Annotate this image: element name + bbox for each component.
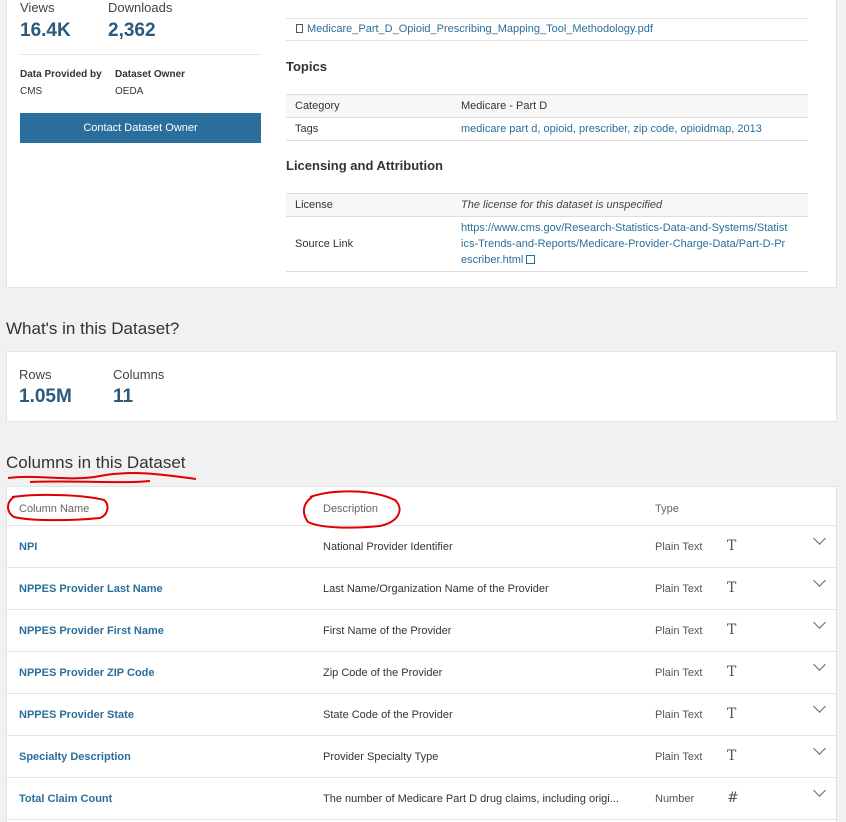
column-description: The number of Medicare Part D drug claim… xyxy=(323,793,619,805)
column-name-link[interactable]: Total Claim Count xyxy=(19,793,112,805)
columns-table: Column Name Description Type NPI National… xyxy=(6,486,837,822)
chevron-down-icon[interactable] xyxy=(813,616,826,629)
views-label: Views xyxy=(20,0,55,15)
source-key: Source Link xyxy=(295,238,354,250)
header-column-name: Column Name xyxy=(19,503,90,515)
table-row[interactable]: Total Claim Count The number of Medicare … xyxy=(7,778,836,820)
column-name-link[interactable]: Specialty Description xyxy=(19,751,131,763)
tags-value[interactable]: medicare part d, opioid, prescriber, zip… xyxy=(461,118,808,140)
column-name-link[interactable]: NPI xyxy=(19,541,37,553)
header-description: Description xyxy=(323,503,379,515)
owner-value: OEDA xyxy=(115,86,144,97)
licensing-title: Licensing and Attribution xyxy=(286,158,443,173)
table-row[interactable]: Specialty Description Provider Specialty … xyxy=(7,736,836,778)
chevron-down-icon[interactable] xyxy=(813,784,826,797)
source-link-line-3[interactable]: escriber.html xyxy=(461,254,523,266)
column-type-icon: T xyxy=(727,664,737,680)
attachment-link[interactable]: Medicare_Part_D_Opioid_Prescribing_Mappi… xyxy=(307,23,653,35)
downloads-value: 2,362 xyxy=(108,20,156,41)
owner-label: Dataset Owner xyxy=(115,69,186,80)
topics-table: Category Medicare - Part D Tags medicare… xyxy=(286,94,808,141)
column-type-icon: T xyxy=(727,706,737,722)
provided-by-value: CMS xyxy=(20,86,43,97)
table-row[interactable]: NPPES Provider State State Code of the Pr… xyxy=(7,694,836,736)
license-key: License xyxy=(295,199,333,211)
document-icon xyxy=(296,24,303,33)
column-description: Provider Specialty Type xyxy=(323,751,439,763)
source-link-line-2[interactable]: ics-Trends-and-Reports/Medicare-Provider… xyxy=(461,236,804,252)
column-type-icon: T xyxy=(727,538,737,554)
license-value: The license for this dataset is unspecif… xyxy=(461,199,663,211)
column-name-link[interactable]: NPPES Provider ZIP Code xyxy=(19,667,155,679)
tags-row: Tags medicare part d, opioid, prescriber… xyxy=(286,118,808,141)
rows-value: 1.05M xyxy=(19,386,72,407)
attachment-row[interactable]: Medicare_Part_D_Opioid_Prescribing_Mappi… xyxy=(286,18,808,41)
chevron-down-icon[interactable] xyxy=(813,574,826,587)
header-type: Type xyxy=(655,503,679,515)
source-link-line-1[interactable]: https://www.cms.gov/Research-Statistics-… xyxy=(461,220,804,236)
provided-by-label: Data Provided by xyxy=(20,69,102,80)
table-row[interactable]: NPPES Provider First Name First Name of t… xyxy=(7,610,836,652)
dataset-summary-card: Views 16.4K Downloads 2,362 Data Provide… xyxy=(6,0,837,288)
source-link[interactable]: https://www.cms.gov/Research-Statistics-… xyxy=(461,220,808,268)
column-type: Plain Text xyxy=(655,667,703,679)
category-row: Category Medicare - Part D xyxy=(286,95,808,118)
category-value: Medicare - Part D xyxy=(461,100,548,112)
column-type: Plain Text xyxy=(655,541,703,553)
column-name-link[interactable]: NPPES Provider State xyxy=(19,709,134,721)
column-type: Plain Text xyxy=(655,709,703,721)
license-row: License The license for this dataset is … xyxy=(286,194,808,217)
source-row: Source Link https://www.cms.gov/Research… xyxy=(286,217,808,272)
views-value: 16.4K xyxy=(20,20,71,41)
licensing-table: License The license for this dataset is … xyxy=(286,193,808,272)
external-link-icon xyxy=(526,255,536,264)
columns-count-label: Columns xyxy=(113,367,165,382)
contact-dataset-owner-button[interactable]: Contact Dataset Owner xyxy=(20,113,261,143)
column-name-link[interactable]: NPPES Provider Last Name xyxy=(19,583,163,595)
column-type: Plain Text xyxy=(655,751,703,763)
columns-section-title: Columns in this Dataset xyxy=(6,453,186,472)
table-row[interactable]: NPPES Provider Last Name Last Name/Organi… xyxy=(7,568,836,610)
column-type: Plain Text xyxy=(655,583,703,595)
whats-in-dataset-title: What's in this Dataset? xyxy=(6,319,180,338)
underline-annotation xyxy=(7,472,197,484)
column-type: Plain Text xyxy=(655,625,703,637)
column-description: State Code of the Provider xyxy=(323,709,453,721)
category-key: Category xyxy=(295,100,340,112)
topics-title: Topics xyxy=(286,59,327,74)
columns-count-value: 11 xyxy=(113,386,134,407)
tags-key: Tags xyxy=(295,123,319,135)
chevron-down-icon[interactable] xyxy=(813,700,826,713)
column-type-icon: T xyxy=(727,748,737,764)
column-name-link[interactable]: NPPES Provider First Name xyxy=(19,625,164,637)
dataset-stats-card: Rows 1.05M Columns 11 xyxy=(6,351,837,422)
column-type-icon: T xyxy=(727,580,737,596)
chevron-down-icon[interactable] xyxy=(813,742,826,755)
column-description: Zip Code of the Provider xyxy=(323,667,443,679)
downloads-label: Downloads xyxy=(108,0,173,15)
table-row[interactable]: NPPES Provider ZIP Code Zip Code of the P… xyxy=(7,652,836,694)
column-type-icon: T xyxy=(727,622,737,638)
rows-label: Rows xyxy=(19,367,52,382)
chevron-down-icon[interactable] xyxy=(813,532,826,545)
sidebar-divider xyxy=(20,54,261,55)
column-description: National Provider Identifier xyxy=(323,541,453,553)
table-row[interactable]: NPI National Provider Identifier Plain Tex… xyxy=(7,526,836,568)
column-type: Number xyxy=(655,793,695,805)
column-type-icon: # xyxy=(727,790,739,806)
columns-table-header: Column Name Description Type xyxy=(7,487,836,526)
column-description: First Name of the Provider xyxy=(323,625,452,637)
column-description: Last Name/Organization Name of the Provi… xyxy=(323,583,549,595)
chevron-down-icon[interactable] xyxy=(813,658,826,671)
